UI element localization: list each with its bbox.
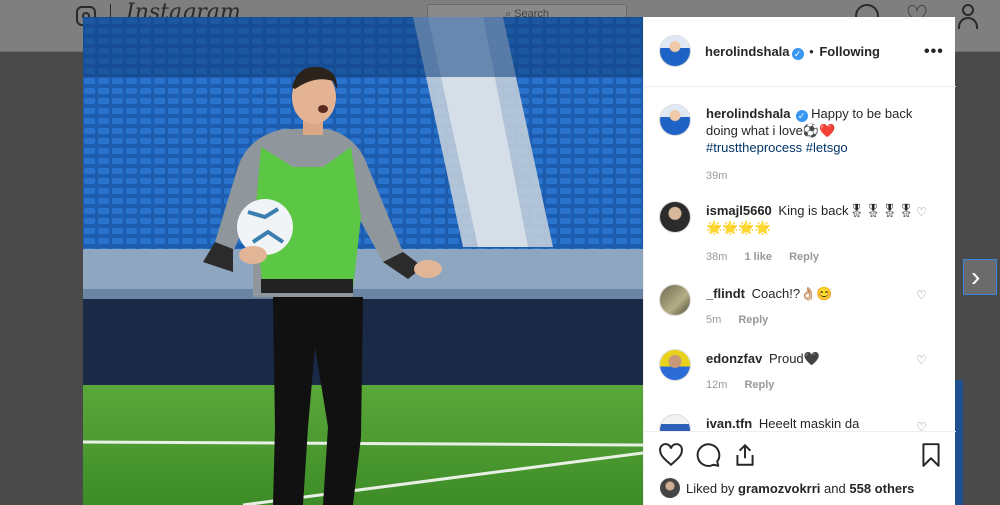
timestamp[interactable]: 38m [706,251,727,263]
like-comment-heart-icon[interactable]: ♡ [916,353,927,367]
verified-badge-icon: ✓ [791,48,804,60]
commenter-avatar[interactable] [659,284,691,316]
like-comment-heart-icon[interactable]: ♡ [916,420,927,431]
likes-conjunction: and [824,481,846,496]
reply-button[interactable]: Reply [789,251,819,263]
comments-list[interactable]: herolindshala ✓ Happy to be back doing wh… [644,88,956,431]
likes-prefix: Liked by [686,481,735,496]
save-bookmark-icon[interactable] [918,442,944,468]
post-header: herolindshala ✓ • Following ••• [644,17,956,87]
author-avatar[interactable] [659,104,691,136]
timestamp[interactable]: 5m [706,314,721,326]
comment-body: Coach!?👌🏼😊 [751,286,833,301]
share-icon[interactable] [732,442,758,468]
comment-body: Proud🖤 [768,351,820,366]
commenter-username[interactable]: edonzfav [706,351,762,366]
comment-text: _flindt Coach!?👌🏼😊 [706,285,916,302]
like-heart-icon[interactable] [658,442,684,468]
separator-dot: • [809,44,814,59]
liker-avatar[interactable] [660,478,680,498]
background-thumbnail [955,380,963,505]
profile-icon[interactable] [956,4,980,29]
timestamp[interactable]: 39m [706,170,727,182]
reply-button[interactable]: Reply [744,379,774,391]
commenter-avatar[interactable] [659,349,691,381]
caption-text: herolindshala ✓ Happy to be back doing wh… [706,105,916,156]
comment-meta: 12m Reply [706,379,788,391]
hashtag[interactable]: #letsgo [806,140,848,155]
comment-text: ivan.tfn Heeelt maskin da [706,415,916,431]
commenter-username[interactable]: ivan.tfn [706,416,752,431]
commenter-avatar[interactable] [659,201,691,233]
commenter-username[interactable]: _flindt [706,286,745,301]
comment-body: Heeelt maskin da [758,416,860,431]
comment-text: edonzfav Proud🖤 [706,350,916,367]
caption-meta: 39m [706,170,741,182]
following-button[interactable]: Following [819,44,880,59]
like-comment-heart-icon[interactable]: ♡ [916,288,927,302]
chevron-right-icon: › [971,261,981,292]
post-actions: Liked by gramozvokrri and 558 others [644,431,956,505]
next-post-button[interactable]: › [963,259,997,295]
like-comment-heart-icon[interactable]: ♡ [916,205,927,219]
commenter-username[interactable]: ismajl5660 [706,203,772,218]
hashtag[interactable]: #trusttheprocess [706,140,802,155]
liker-username[interactable]: gramozvokrri [738,481,820,496]
reply-button[interactable]: Reply [738,314,768,326]
likes-others-link[interactable]: 558 others [849,481,914,496]
comment-meta: 38m 1 like Reply [706,251,833,263]
search-input[interactable]: ⌕ Search [427,4,627,18]
comment-bubble-icon[interactable] [695,442,721,468]
caption-username[interactable]: herolindshala [706,106,791,121]
author-avatar[interactable] [659,35,691,67]
verified-badge-icon: ✓ [795,110,808,122]
comment-meta: 5m Reply [706,314,782,326]
commenter-avatar[interactable] [659,414,691,431]
likes-summary: Liked by gramozvokrri and 558 others [660,478,914,498]
instagram-wordmark[interactable]: Instagram [126,2,241,18]
timestamp[interactable]: 12m [706,379,727,391]
author-info: herolindshala ✓ • Following [705,44,880,60]
football-training-photo [83,17,643,505]
author-username[interactable]: herolindshala [705,44,790,59]
post-details-panel: herolindshala ✓ • Following ••• herolinds… [643,17,956,505]
more-options-icon[interactable]: ••• [924,43,944,61]
comment-likes[interactable]: 1 like [744,251,772,263]
post-modal: herolindshala ✓ • Following ••• herolinds… [83,17,956,505]
post-photo[interactable] [83,17,643,505]
comment-text: ismajl5660 King is back🎖🎖🎖🎖🌟🌟🌟🌟 [706,202,916,236]
